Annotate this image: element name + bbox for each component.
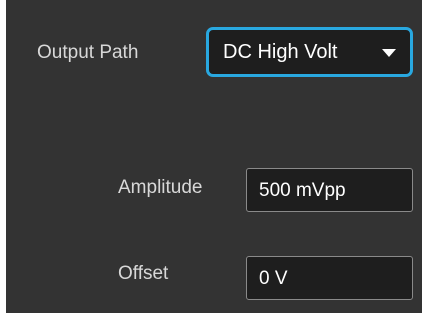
output-path-dropdown[interactable]: DC High Volt xyxy=(206,27,413,77)
left-border xyxy=(0,0,6,313)
offset-label: Offset xyxy=(118,263,169,284)
output-path-label: Output Path xyxy=(37,42,139,63)
amplitude-label: Amplitude xyxy=(118,177,203,198)
output-path-selected-value: DC High Volt xyxy=(223,41,338,63)
amplitude-input[interactable]: 500 mVpp xyxy=(246,168,413,212)
offset-value: 0 V xyxy=(259,268,288,289)
chevron-down-icon[interactable] xyxy=(382,49,396,57)
offset-input[interactable]: 0 V xyxy=(246,256,413,300)
amplitude-value: 500 mVpp xyxy=(259,180,346,201)
settings-panel: Output Path DC High Volt Amplitude 500 m… xyxy=(0,0,425,313)
